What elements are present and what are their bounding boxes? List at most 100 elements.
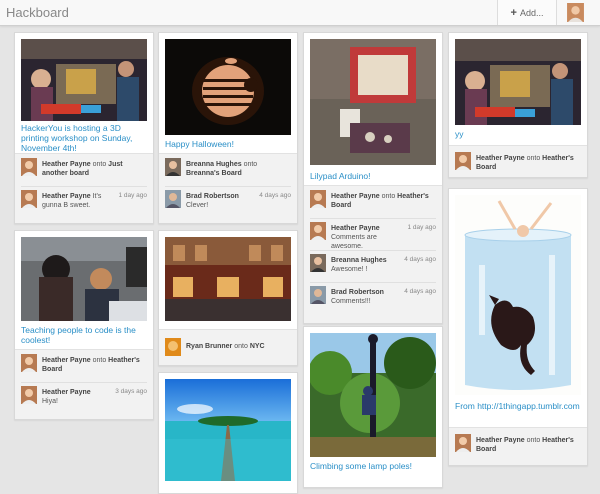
user-name[interactable]: Heather Payne [331,225,380,232]
pin-caption[interactable]: From http://1thingapp.tumblr.com [455,401,581,411]
avatar[interactable] [310,254,326,272]
avatar[interactable] [455,152,471,170]
pin-image-lilypad[interactable] [310,39,436,165]
activity-row: Heather Payne onto Heather's Board [310,188,436,219]
user-name[interactable]: Brad Robertson [186,193,239,200]
comment-time: 4 days ago [259,192,291,199]
avatar[interactable] [165,338,181,356]
activity-row: Heather Payne onto Heather's Board [21,352,147,383]
pin-caption[interactable]: Happy Halloween! [165,139,291,149]
pin-image-3d-printing-2[interactable] [455,39,581,125]
comment-text: Heather Payne It's gunna B sweet. [42,192,113,210]
pin-activity: Ryan Brunner onto NYC [159,329,297,365]
pin-card[interactable]: HackerYou is hosting a 3D printing works… [14,32,154,224]
avatar[interactable] [455,434,471,452]
activity-text: Heather Payne onto Heather's Board [476,154,581,172]
pin-image-stretch-illustration[interactable] [455,195,581,395]
activity-text: Heather Payne onto Heather's Board [42,356,147,374]
pin-activity: Breanna Hughes onto Breanna's Board Brad… [159,153,297,223]
pin-card[interactable]: Teaching people to code is the coolest! … [14,230,154,420]
user-name[interactable]: Heather Payne [42,161,91,168]
user-name[interactable]: Brad Robertson [331,289,384,296]
activity-row: Heather Payne onto Just another board [21,156,147,187]
comment-time: 4 days ago [404,288,436,295]
activity-verb: onto [381,193,396,200]
activity-verb: onto [526,437,541,444]
user-name[interactable]: Heather Payne [42,357,91,364]
pin-image-3d-printing[interactable] [21,39,147,121]
pin-image-lamp-pole[interactable] [310,333,436,457]
avatar[interactable] [310,222,326,240]
user-name[interactable]: Heather Payne [42,193,91,200]
pin-card[interactable]: Lilypad Arduino! Heather Payne onto Heat… [303,32,443,324]
activity-verb: onto [243,161,258,168]
app-title[interactable]: Hackboard [6,5,69,20]
activity-verb: onto [526,155,541,162]
activity-row: Heather Payne onto Heather's Board [455,432,581,454]
user-name[interactable]: Breanna Hughes [331,257,387,264]
pin-image-pumpkin[interactable] [165,39,291,135]
pin-card[interactable] [158,372,298,494]
comment-text: Breanna Hughes Awesome! ! [331,256,402,274]
pin-card[interactable]: From http://1thingapp.tumblr.com Heather… [448,188,588,466]
user-name[interactable]: Heather Payne [476,155,525,162]
comment-body: Comments are awesome. [331,234,377,250]
activity-text: Heather Payne onto Heather's Board [331,192,436,210]
user-name[interactable]: Breanna Hughes [186,161,242,168]
activity-verb: onto [92,357,107,364]
pin-card[interactable]: Happy Halloween! Breanna Hughes onto Bre… [158,32,298,224]
activity-text: Ryan Brunner onto NYC [186,342,291,351]
user-name[interactable]: Heather Payne [476,437,525,444]
activity-verb: onto [234,343,248,350]
comment-row: Brad Robertson Clever! 4 days ago [165,188,291,220]
comment-text: Heather Payne Hiya! [42,388,107,406]
pin-caption[interactable]: yy [455,129,581,139]
comment-time: 4 days ago [404,256,436,263]
pin-caption[interactable]: Climbing some lamp poles! [310,461,436,471]
avatar[interactable] [310,286,326,304]
pin-activity: Heather Payne onto Heather's Board Heath… [15,349,153,419]
avatar[interactable] [21,354,37,372]
top-bar: Hackboard + Add... [0,0,600,26]
pin-caption[interactable]: Lilypad Arduino! [310,171,436,181]
user-avatar[interactable] [567,3,584,22]
comment-row: Heather Payne It's gunna B sweet. 1 day … [21,188,147,220]
comment-body: Comments!!! [331,298,371,305]
comment-row: Breanna Hughes Awesome! ! 4 days ago [310,252,436,283]
plus-icon: + [510,6,517,19]
avatar[interactable] [165,190,181,208]
add-button-label: Add... [519,7,544,18]
user-name[interactable]: Heather Payne [42,389,91,396]
pin-image-beach[interactable] [165,379,291,481]
board-name[interactable]: Breanna's Board [186,170,242,177]
activity-row: Heather Payne onto Heather's Board [455,150,581,172]
comment-text: Brad Robertson Comments!!! [331,288,402,306]
pin-activity: Heather Payne onto Just another board He… [15,153,153,223]
comment-time: 1 day ago [407,224,436,231]
pin-activity: Heather Payne onto Heather's Board [449,427,587,465]
pin-image-nyc[interactable] [165,237,291,321]
avatar[interactable] [21,190,37,208]
comment-body: Clever! [186,202,209,209]
comment-text: Heather Payne Comments are awesome. [331,224,402,251]
pin-image-teaching[interactable] [21,237,147,321]
activity-row: Ryan Brunner onto NYC [165,336,291,358]
pin-caption[interactable]: Teaching people to code is the coolest! [21,325,147,345]
avatar[interactable] [310,190,326,208]
user-name[interactable]: Ryan Brunner [186,343,232,350]
pin-card[interactable]: yy Heather Payne onto Heather's Board [448,32,588,178]
avatar[interactable] [165,158,181,176]
user-name[interactable]: Heather Payne [331,193,380,200]
pin-caption[interactable]: HackerYou is hosting a 3D printing works… [21,123,147,153]
pin-card[interactable]: Ryan Brunner onto NYC [158,230,298,366]
comment-text: Brad Robertson Clever! [186,192,251,210]
avatar[interactable] [21,158,37,176]
comment-row: Heather Payne Hiya! 3 days ago [21,384,147,416]
pin-activity: Heather Payne onto Heather's Board [449,145,587,177]
avatar[interactable] [21,386,37,404]
pin-activity: Heather Payne onto Heather's Board Heath… [304,185,442,323]
pin-card[interactable]: Climbing some lamp poles! [303,326,443,488]
activity-text: Heather Payne onto Heather's Board [476,436,581,454]
board-name[interactable]: NYC [250,343,265,350]
add-button[interactable]: + Add... [497,0,557,25]
